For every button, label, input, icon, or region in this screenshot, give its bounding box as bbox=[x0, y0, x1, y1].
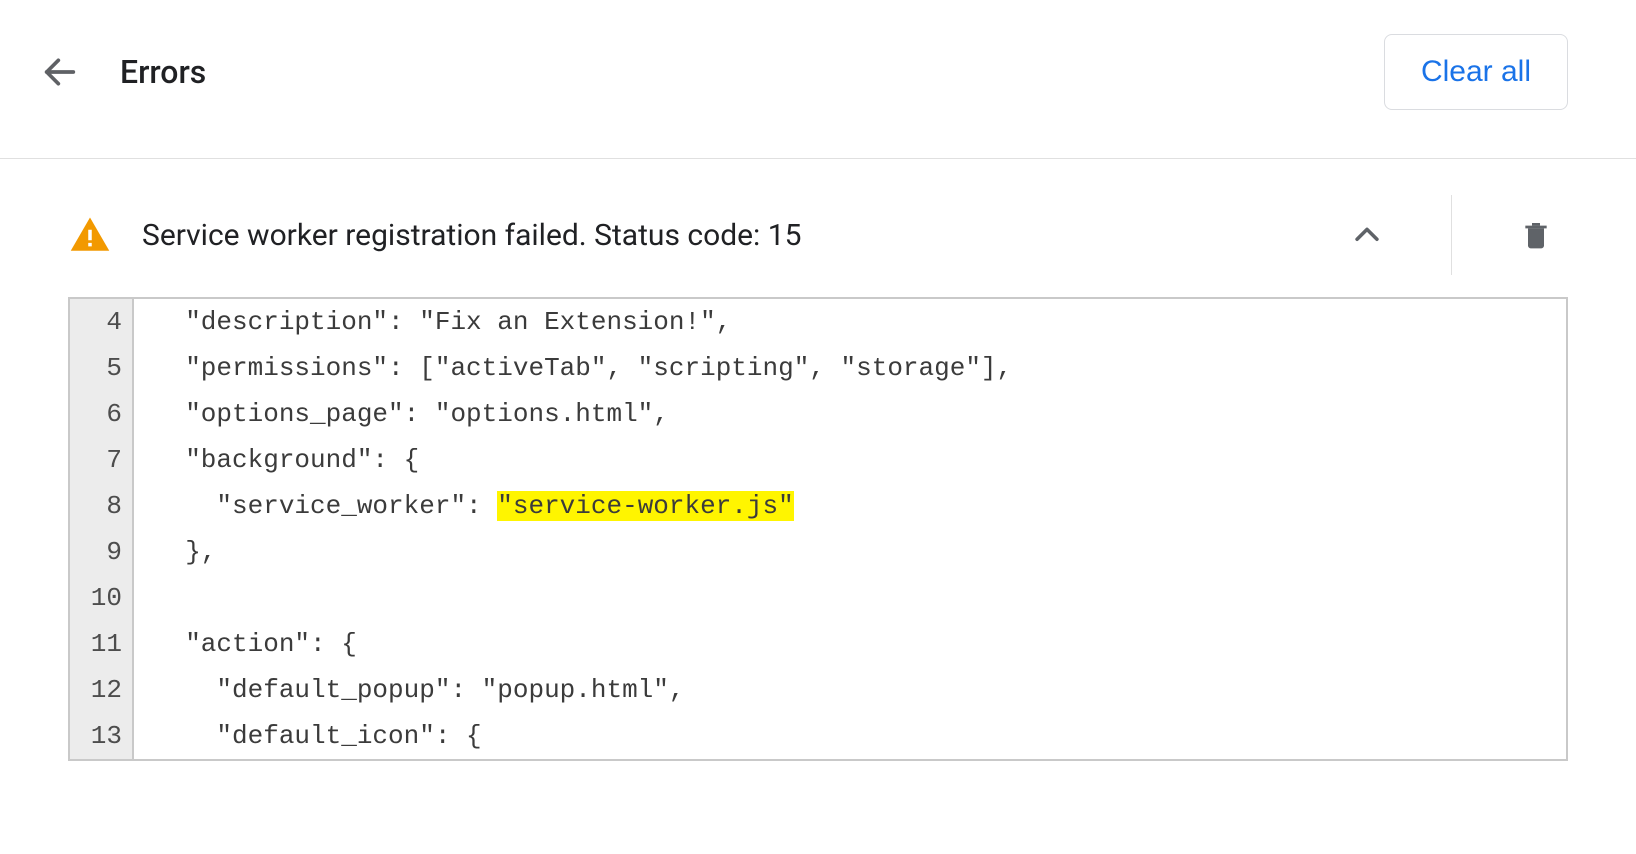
error-section: Service worker registration failed. Stat… bbox=[0, 159, 1636, 761]
code-line: 7 "background": { bbox=[70, 437, 1566, 483]
code-line: 9 }, bbox=[70, 529, 1566, 575]
code-content: "default_popup": "popup.html", bbox=[134, 667, 685, 713]
collapse-button[interactable] bbox=[1343, 211, 1391, 259]
code-line: 12 "default_popup": "popup.html", bbox=[70, 667, 1566, 713]
code-line: 5 "permissions": ["activeTab", "scriptin… bbox=[70, 345, 1566, 391]
code-content: "background": { bbox=[134, 437, 419, 483]
line-number: 4 bbox=[70, 299, 134, 345]
vertical-divider bbox=[1451, 195, 1452, 275]
code-content: "action": { bbox=[134, 621, 357, 667]
line-number: 10 bbox=[70, 575, 134, 621]
line-number: 11 bbox=[70, 621, 134, 667]
header-bar: Errors Clear all bbox=[0, 0, 1636, 158]
highlighted-token: "service-worker.js" bbox=[497, 491, 793, 521]
code-content bbox=[134, 575, 154, 621]
line-number: 13 bbox=[70, 713, 134, 759]
page-title: Errors bbox=[120, 53, 206, 91]
line-number: 8 bbox=[70, 483, 134, 529]
code-line: 13 "default_icon": { bbox=[70, 713, 1566, 759]
line-number: 12 bbox=[70, 667, 134, 713]
code-content: "service_worker": "service-worker.js" bbox=[134, 483, 794, 529]
code-line: 10 bbox=[70, 575, 1566, 621]
error-header-row: Service worker registration failed. Stat… bbox=[68, 185, 1568, 297]
code-line: 6 "options_page": "options.html", bbox=[70, 391, 1566, 437]
line-number: 9 bbox=[70, 529, 134, 575]
line-number: 5 bbox=[70, 345, 134, 391]
delete-error-button[interactable] bbox=[1512, 211, 1560, 259]
warning-icon bbox=[68, 213, 112, 257]
back-button[interactable] bbox=[36, 48, 84, 96]
line-number: 6 bbox=[70, 391, 134, 437]
line-number: 7 bbox=[70, 437, 134, 483]
chevron-up-icon bbox=[1350, 218, 1384, 252]
code-line: 4 "description": "Fix an Extension!", bbox=[70, 299, 1566, 345]
code-content: "description": "Fix an Extension!", bbox=[134, 299, 731, 345]
code-content: "permissions": ["activeTab", "scripting"… bbox=[134, 345, 1012, 391]
code-content: "default_icon": { bbox=[134, 713, 482, 759]
code-line: 8 "service_worker": "service-worker.js" bbox=[70, 483, 1566, 529]
error-message: Service worker registration failed. Stat… bbox=[142, 218, 1343, 253]
code-line: 11 "action": { bbox=[70, 621, 1566, 667]
arrow-left-icon bbox=[40, 52, 80, 92]
code-snippet: 4 "description": "Fix an Extension!",5 "… bbox=[68, 297, 1568, 761]
code-content: "options_page": "options.html", bbox=[134, 391, 669, 437]
clear-all-button[interactable]: Clear all bbox=[1384, 34, 1568, 110]
code-content: }, bbox=[134, 529, 216, 575]
trash-icon bbox=[1520, 219, 1552, 251]
